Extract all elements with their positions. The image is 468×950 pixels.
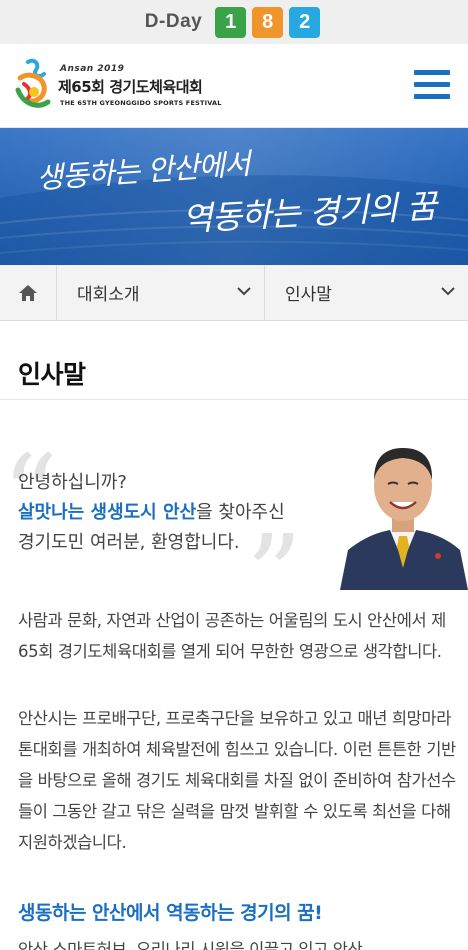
breadcrumb-level1-label: 대회소개 [77,285,140,305]
greeting-highlight: 살맛나는 생생도시 안산 [18,502,197,523]
greeting-line1: 안녕하십니까? [18,472,127,493]
hamburger-icon[interactable] [414,70,452,102]
breadcrumb-level2-label: 인사말 [285,285,332,305]
chevron-down-icon [441,287,455,296]
breadcrumb: 대회소개 인사말 [0,265,468,321]
greeting-line3: 경기도민 여러분, 환영합니다. [18,532,240,553]
logo-title: 제65회 경기도체육대회 [58,78,203,96]
dday-label: D-Day [144,11,203,32]
dday-digit: 1 [215,6,247,38]
home-icon[interactable] [0,265,57,320]
page-title: 인사말 [18,360,86,389]
breadcrumb-level2-select[interactable]: 인사말 [265,265,468,320]
logo-subtitle: Ansan 2019 [60,64,125,74]
dday-bar: D-Day 1 8 2 [0,0,468,44]
dday-digit: 8 [252,6,284,38]
intro-paragraph: 사람과 문화, 자연과 산업이 공존하는 어울림의 도시 안산에서 제65회 경… [18,611,446,661]
body-paragraph: 안산시는 프로배구단, 프로축구단을 보유하고 있고 매년 희망마라톤대회를 개… [18,709,456,852]
chevron-down-icon [237,287,251,296]
section-subheading: 생동하는 안산에서 역동하는 경기의 꿈! [18,902,323,924]
greeting-line2: 살맛나는 생생도시 안산을 찾아주신 [18,498,348,528]
mayor-portrait [338,438,468,590]
site-header: Ansan 2019 제65회 경기도체육대회 THE 65TH GYEONGG… [0,44,468,128]
dday-digit: 2 [289,6,321,38]
divider [0,399,468,400]
breadcrumb-level1-select[interactable]: 대회소개 [57,265,265,320]
logo-english-title: THE 65TH GYEONGGIDO SPORTS FESTIVAL [60,99,222,107]
hero-banner: 생동하는 안산에서 역동하는 경기의 꿈 [0,128,468,265]
greeting-block: 안녕하십니까? 살맛나는 생생도시 안산을 찾아주신 경기도민 여러분, 환영합… [18,468,348,558]
greeting-line2-rest: 을 찾아주신 [196,502,285,523]
festival-emblem-icon [15,58,51,108]
site-logo[interactable]: Ansan 2019 제65회 경기도체육대회 THE 65TH GYEONGG… [14,58,254,116]
body-paragraph-cut: 안산 스마트허브, 오리나리 시원을 이끌고 있고 안산 [18,940,363,950]
